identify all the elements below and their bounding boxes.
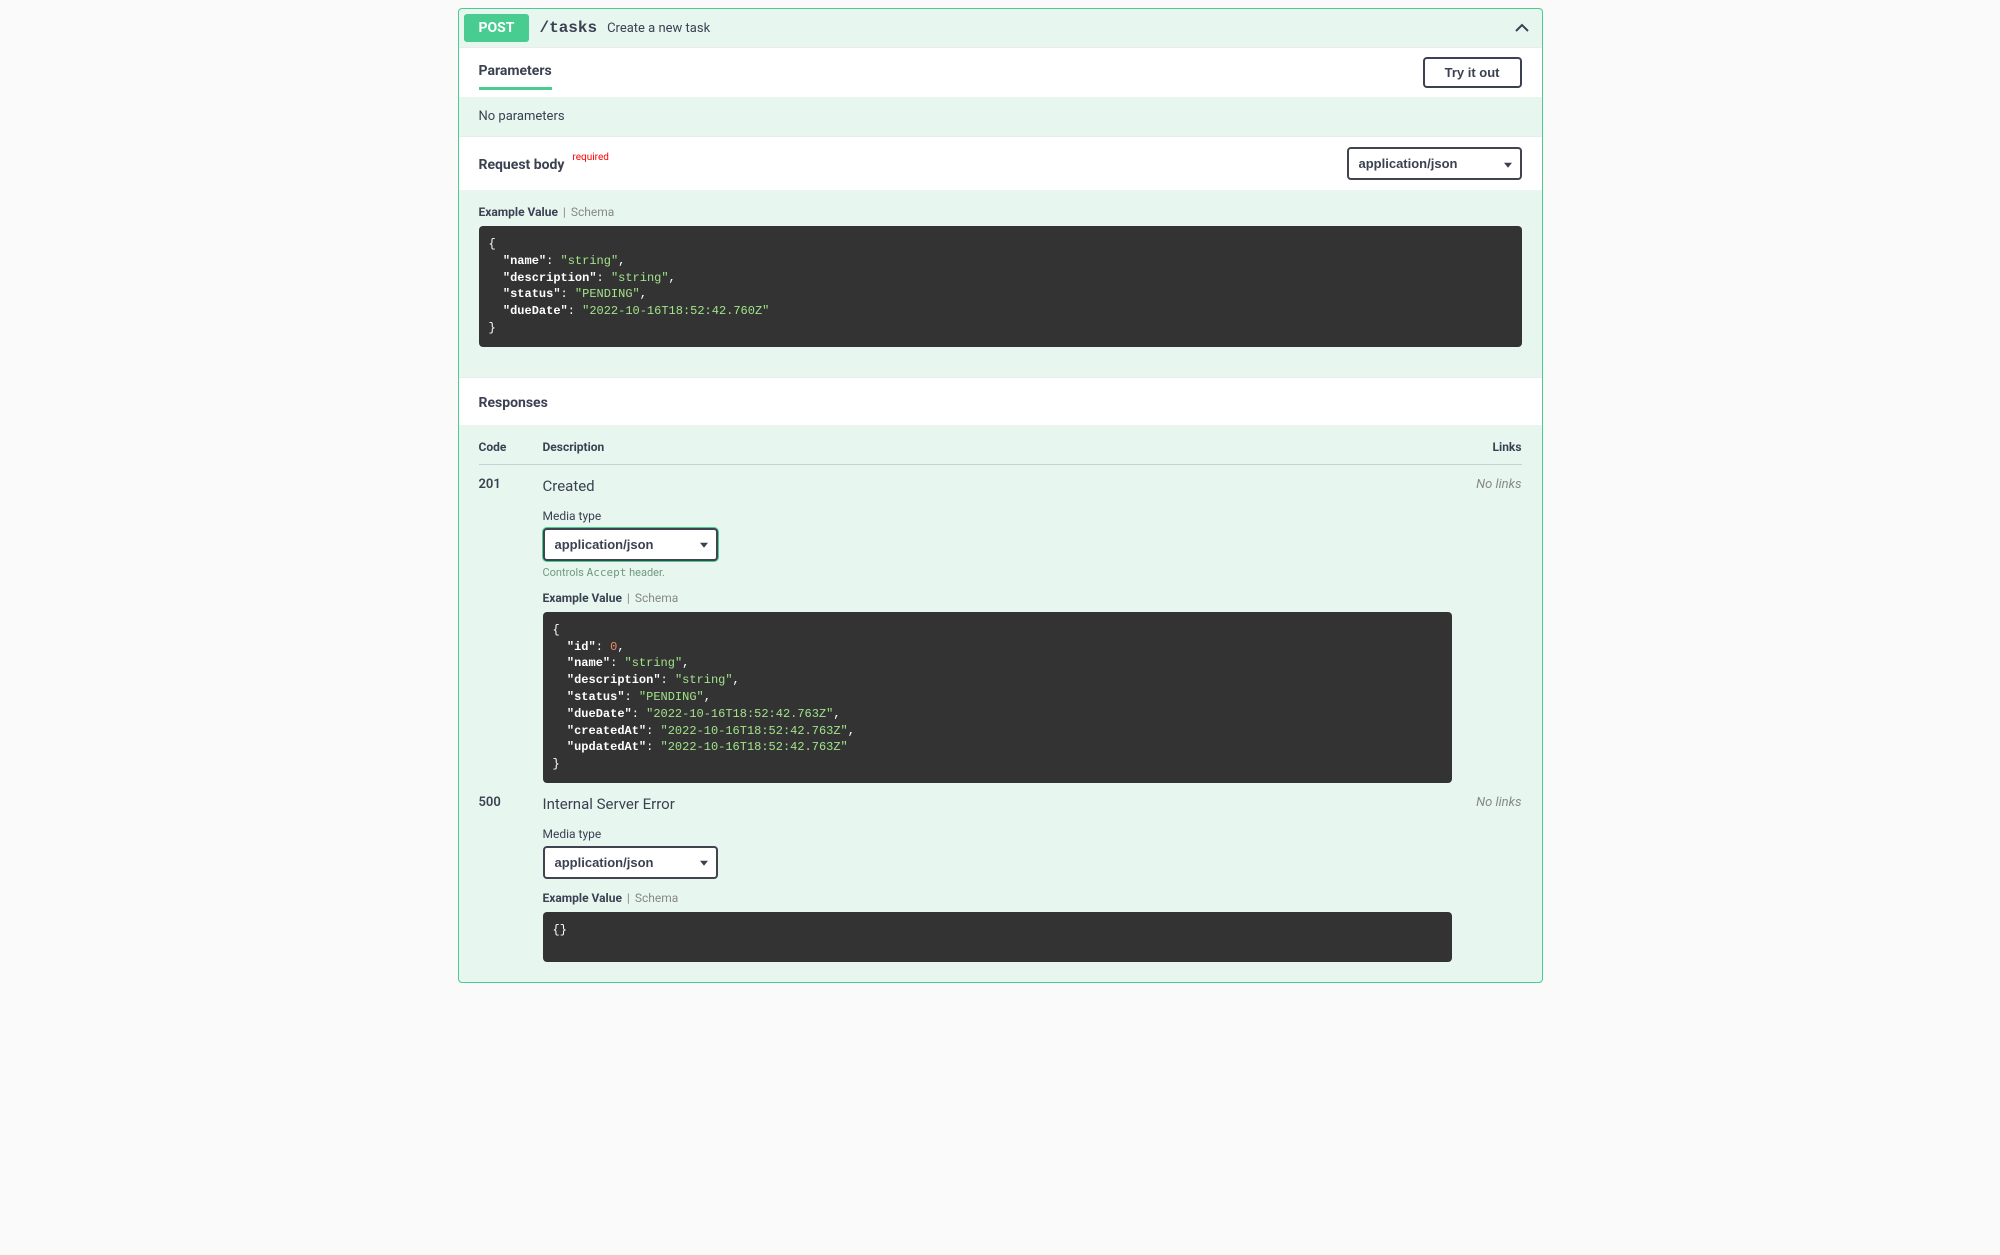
response-code: 201 [479,477,543,783]
response-desc: Internal Server Error Media type applicati… [543,795,1452,962]
response-links: No links [1452,795,1522,962]
chevron-up-icon[interactable] [1512,18,1532,38]
tab-example-value[interactable]: Example Value [479,205,558,219]
accept-header-hint: Controls Accept header. [543,566,1452,579]
response-links: No links [1452,477,1522,783]
col-description-header: Description [543,440,1474,454]
operation-block: POST /tasks Create a new task Parameters… [458,8,1543,983]
method-badge: POST [464,14,530,42]
response-media-type-select[interactable]: application/json [543,528,718,561]
request-example-tabs: Example Value | Schema [479,205,1522,219]
media-type-label: Media type [543,509,1452,523]
response-example-code: {} [543,912,1452,962]
media-type-label: Media type [543,827,1452,841]
responses-title: Responses [479,395,548,411]
content-type-select-wrap: application/json [1347,147,1522,180]
no-parameters-text: No parameters [459,97,1542,136]
operation-header[interactable]: POST /tasks Create a new task [459,9,1542,47]
request-body-title: Request body [479,157,565,173]
responses-bar: Responses [459,377,1542,425]
response-tabs: Example Value | Schema [543,891,1452,905]
tab-schema[interactable]: Schema [571,205,614,219]
parameters-bar: Parameters Try it out [459,47,1542,97]
try-it-out-button[interactable]: Try it out [1423,57,1522,88]
tab-schema[interactable]: Schema [635,591,678,605]
responses-body: Code Description Links 201Created Media t… [459,425,1542,982]
col-code-header: Code [479,440,543,454]
response-row: 500Internal Server Error Media type applic… [479,783,1522,962]
request-body-content: Example Value | Schema { "name": "string… [459,190,1542,377]
response-media-type-select[interactable]: application/json [543,846,718,879]
required-label: required [572,152,608,163]
request-body-bar: Request body required application/json [459,136,1542,190]
response-description-text: Internal Server Error [543,795,1452,813]
response-example-code: { "id": 0, "name": "string", "descriptio… [543,612,1452,783]
response-code: 500 [479,795,543,962]
operation-summary: Create a new task [607,21,710,36]
parameters-tab[interactable]: Parameters [479,63,552,90]
tab-schema[interactable]: Schema [635,891,678,905]
response-tabs: Example Value | Schema [543,591,1452,605]
response-row: 201Created Media type application/json Cont… [479,465,1522,783]
response-desc: Created Media type application/json Control… [543,477,1452,783]
request-content-type-select[interactable]: application/json [1347,147,1522,180]
media-type-select-wrap: application/json [543,528,718,561]
media-type-select-wrap: application/json [543,846,718,879]
tab-example-value[interactable]: Example Value [543,591,622,605]
responses-header-row: Code Description Links [479,440,1522,465]
tab-example-value[interactable]: Example Value [543,891,622,905]
operation-path: /tasks [539,19,597,37]
request-example-code: { "name": "string", "description": "stri… [479,226,1522,347]
response-description-text: Created [543,477,1452,495]
col-links-header: Links [1474,440,1522,454]
